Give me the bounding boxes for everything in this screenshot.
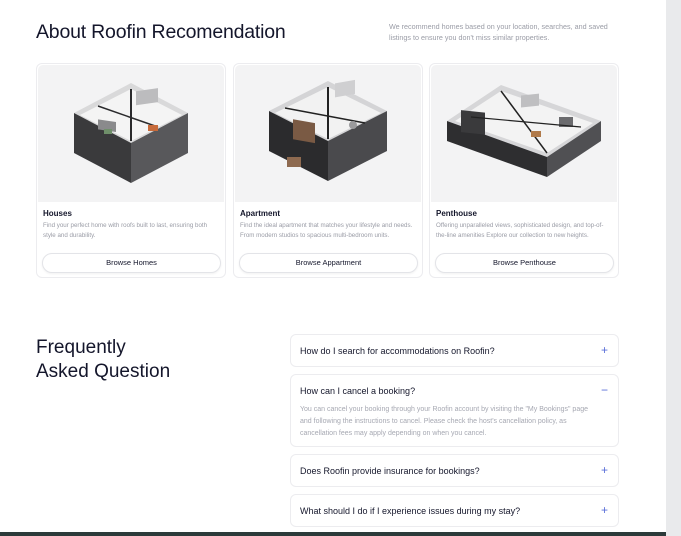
card-houses: Houses Find your perfect home with roofs… <box>36 63 226 278</box>
card-penthouse: Penthouse Offering unparalleled views, s… <box>429 63 619 278</box>
card-title: Houses <box>43 209 72 218</box>
faq-title: Frequently Asked Question <box>36 336 170 383</box>
about-title: About Roofin Recomendation <box>36 21 286 43</box>
card-description: Find your perfect home with roofs built … <box>43 222 208 239</box>
footer-edge <box>0 532 666 536</box>
card-description: Offering unparalleled views, sophisticat… <box>436 222 604 239</box>
house-floorplan-image <box>38 65 224 202</box>
card-title: Penthouse <box>436 209 477 218</box>
scrollbar-track[interactable] <box>666 0 681 536</box>
minus-icon[interactable]: − <box>601 383 608 397</box>
faq-question: What should I do if I experience issues … <box>300 506 521 516</box>
faq-answer: You can cancel your booking through your… <box>300 406 588 437</box>
plus-icon[interactable]: + <box>601 343 608 357</box>
faq-question: Does Roofin provide insurance for bookin… <box>300 466 480 476</box>
faq-title-line2: Asked Question <box>36 360 171 382</box>
faq-item[interactable]: How do I search for accommodations on Ro… <box>290 334 619 367</box>
browse-apartment-button[interactable]: Browse Appartment <box>239 253 418 273</box>
faq-question: How do I search for accommodations on Ro… <box>300 346 495 356</box>
browse-homes-button[interactable]: Browse Homes <box>42 253 221 273</box>
faq-question: How can I cancel a booking? <box>300 386 416 396</box>
faq-item-expanded[interactable]: How can I cancel a booking? − You can ca… <box>290 374 619 447</box>
card-title: Apartment <box>240 209 281 218</box>
penthouse-floorplan-image <box>431 65 617 202</box>
recommendation-cards: Houses Find your perfect home with roofs… <box>36 63 619 278</box>
plus-icon[interactable]: + <box>601 503 608 517</box>
faq-item[interactable]: What should I do if I experience issues … <box>290 494 619 527</box>
browse-penthouse-button[interactable]: Browse Penthouse <box>435 253 614 273</box>
plus-icon[interactable]: + <box>601 463 608 477</box>
apartment-floorplan-image <box>235 65 421 202</box>
faq-title-line1: Frequently <box>36 337 126 358</box>
faq-item[interactable]: Does Roofin provide insurance for bookin… <box>290 454 619 487</box>
card-apartment: Apartment Find the ideal apartment that … <box>233 63 423 278</box>
about-description: We recommend homes based on your locatio… <box>389 22 608 42</box>
card-description: Find the ideal apartment that matches yo… <box>240 222 413 239</box>
